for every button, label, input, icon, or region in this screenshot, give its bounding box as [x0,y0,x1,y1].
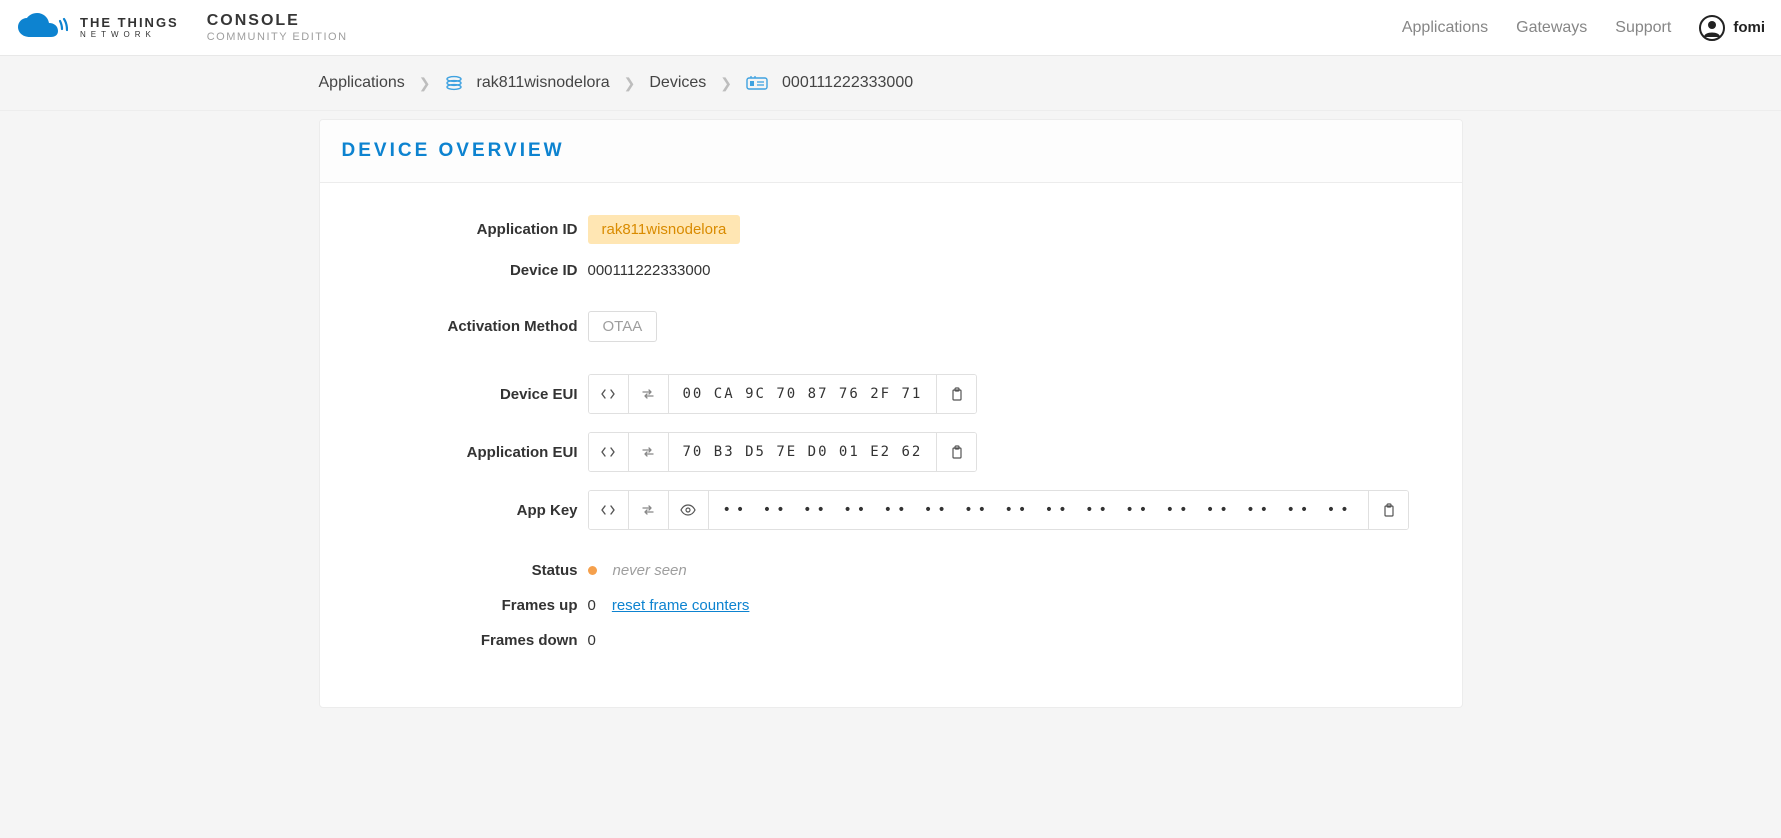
field-status: Status never seen [356,562,1426,579]
top-bar: THE THINGS NETWORK CONSOLE COMMUNITY EDI… [0,0,1781,56]
label-app-key: App Key [356,502,588,519]
label-activation-method: Activation Method [356,318,588,335]
chevron-right-icon: ❯ [419,75,431,92]
reset-frame-counters-link[interactable]: reset frame counters [612,597,750,614]
status-value: never seen [613,562,687,579]
breadcrumb-app-id[interactable]: rak811wisnodelora [477,74,610,92]
copy-button[interactable] [936,375,976,413]
breadcrumb-device-id: 000111222333000 [782,74,913,92]
application-icon [445,74,463,92]
breadcrumb-bar: Applications ❯ rak811wisnodelora ❯ Devic… [0,56,1781,111]
field-device-eui: Device EUI 00 CA 9C 70 87 76 2F 71 [356,374,1426,414]
field-frames-down: Frames down 0 [356,632,1426,649]
activation-method-pill: OTAA [588,311,658,342]
breadcrumb-devices[interactable]: Devices [649,74,706,92]
breadcrumb: Applications ❯ rak811wisnodelora ❯ Devic… [319,74,1463,92]
top-nav: Applications Gateways Support fomi [1402,15,1765,41]
frames-up-value: 0 [588,597,596,614]
app-key-box: •• •• •• •• •• •• •• •• •• •• •• •• •• •… [588,490,1409,530]
device-eui-value: 00 CA 9C 70 87 76 2F 71 [669,375,937,413]
swap-byte-order-button[interactable] [629,375,669,413]
console-subtitle: COMMUNITY EDITION [207,32,348,43]
ttn-cloud-logo-icon [16,13,68,43]
swap-byte-order-button[interactable] [629,433,669,471]
field-activation-method: Activation Method OTAA [356,311,1426,342]
username: fomi [1733,19,1765,36]
chevron-right-icon: ❯ [624,75,636,92]
application-id-badge[interactable]: rak811wisnodelora [588,215,741,244]
brand-block: THE THINGS NETWORK CONSOLE COMMUNITY EDI… [16,13,348,43]
reveal-button[interactable] [669,491,709,529]
label-frames-up: Frames up [356,597,588,614]
field-device-id: Device ID 000111222333000 [356,262,1426,279]
app-key-masked-value: •• •• •• •• •• •• •• •• •• •• •• •• •• •… [709,491,1368,529]
console-block: CONSOLE COMMUNITY EDITION [207,13,348,43]
frames-down-value: 0 [588,632,596,649]
avatar-icon [1699,15,1725,41]
copy-button[interactable] [1368,491,1408,529]
nav-support[interactable]: Support [1615,19,1671,37]
field-application-eui: Application EUI 70 B3 D5 7E D0 01 E2 62 [356,432,1426,472]
toggle-format-button[interactable] [589,433,629,471]
nav-gateways[interactable]: Gateways [1516,19,1587,37]
brand-bottom-text: NETWORK [80,31,179,39]
device-id-value: 000111222333000 [588,262,711,279]
panel-title: DEVICE OVERVIEW [342,140,1440,162]
field-application-id: Application ID rak811wisnodelora [356,215,1426,244]
copy-button[interactable] [936,433,976,471]
chevron-right-icon: ❯ [720,75,732,92]
label-status: Status [356,562,588,579]
label-application-eui: Application EUI [356,444,588,461]
application-eui-box: 70 B3 D5 7E D0 01 E2 62 [588,432,978,472]
nav-applications[interactable]: Applications [1402,19,1488,37]
status-dot-icon [588,566,597,575]
panel-header: DEVICE OVERVIEW [320,120,1462,183]
label-frames-down: Frames down [356,632,588,649]
field-app-key: App Key •• •• •• •• • [356,490,1426,530]
toggle-format-button[interactable] [589,491,629,529]
application-eui-value: 70 B3 D5 7E D0 01 E2 62 [669,433,937,471]
label-device-eui: Device EUI [356,386,588,403]
swap-byte-order-button[interactable] [629,491,669,529]
breadcrumb-applications[interactable]: Applications [319,74,405,92]
device-overview-panel: DEVICE OVERVIEW Application ID rak811wis… [319,119,1463,708]
toggle-format-button[interactable] [589,375,629,413]
panel-body: Application ID rak811wisnodelora Device … [320,183,1462,707]
label-device-id: Device ID [356,262,588,279]
console-title: CONSOLE [207,13,348,29]
device-eui-box: 00 CA 9C 70 87 76 2F 71 [588,374,978,414]
user-menu[interactable]: fomi [1699,15,1765,41]
brand-text: THE THINGS NETWORK [80,16,179,39]
field-frames-up: Frames up 0 reset frame counters [356,597,1426,614]
label-application-id: Application ID [356,221,588,238]
device-icon [746,75,768,91]
brand-top-text: THE THINGS [80,16,179,29]
